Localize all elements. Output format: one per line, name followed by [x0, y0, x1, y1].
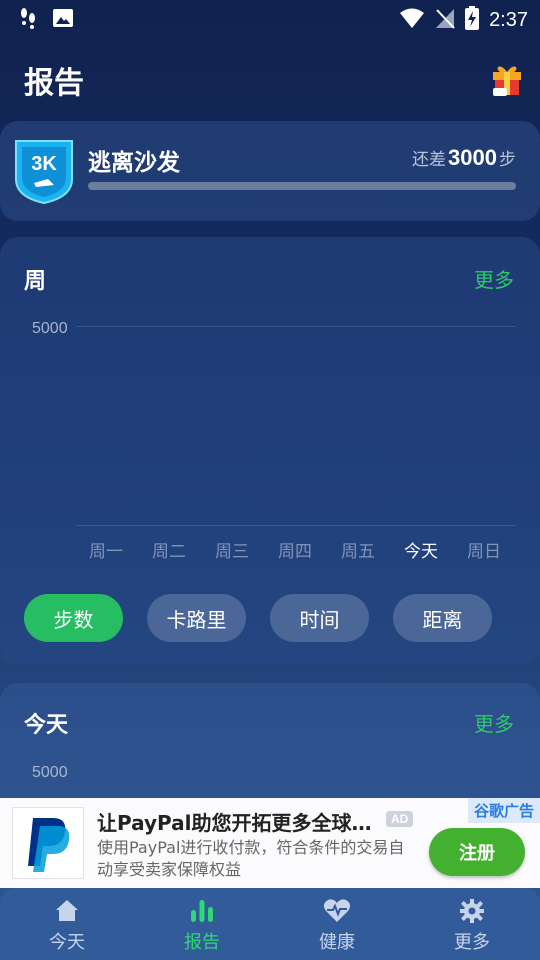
weekly-more-link[interactable]: 更多: [474, 264, 514, 293]
remaining-prefix: 还差: [412, 150, 447, 170]
paypal-logo-icon: [12, 807, 84, 879]
weekly-card: 周 更多 5000 周一 周二 周三 周四 周五 今天 周日 步数 卡路里 时间…: [0, 237, 540, 665]
weekly-title: 周: [24, 269, 47, 294]
goal-card[interactable]: 3K 逃离沙发 还差 3000 步: [0, 121, 540, 221]
day-label: 周二: [152, 542, 186, 562]
gear-icon: [432, 898, 512, 924]
today-card: 今天 更多 5000: [0, 683, 540, 813]
badge-text: 3K: [31, 153, 57, 175]
wifi-icon: [399, 7, 425, 33]
ad-tag: AD: [386, 811, 414, 827]
tab-steps[interactable]: 步数: [24, 594, 123, 642]
ad-description: 使用PayPal进行收付款，符合条件的交易自动享受卖家保障权益: [97, 838, 405, 879]
ad-banner[interactable]: 让PayPal助您开拓更多全球… AD 使用PayPal进行收付款，符合条件的交…: [0, 798, 540, 888]
tab-calories[interactable]: 卡路里: [147, 594, 246, 642]
heart-pulse-icon: [297, 898, 377, 924]
ad-brand-label: 谷歌广告: [467, 798, 540, 823]
today-y-axis-label: 5000: [32, 764, 68, 781]
day-label: 周日: [467, 542, 501, 562]
today-title: 今天: [24, 713, 69, 738]
nav-item-today[interactable]: 今天: [27, 898, 107, 954]
no-signal-icon: [435, 7, 455, 33]
goal-remaining: 还差 3000 步: [412, 145, 516, 171]
gift-icon[interactable]: [490, 60, 524, 96]
ad-register-button[interactable]: 注册: [429, 828, 525, 876]
nav-item-report[interactable]: 报告: [162, 898, 242, 954]
footsteps-icon: [16, 6, 40, 34]
remaining-steps: 3000: [448, 145, 497, 170]
metric-tabs: 步数 卡路里 时间 距离: [24, 594, 492, 642]
goal-name: 逃离沙发: [88, 150, 180, 176]
nav-item-more[interactable]: 更多: [432, 898, 512, 954]
home-icon: [27, 898, 107, 924]
goal-progress-bar: [88, 182, 516, 190]
nav-label: 健康: [319, 932, 355, 953]
weekly-y-axis-label: 5000: [32, 320, 68, 337]
day-label: 周一: [89, 542, 123, 562]
app-header: 报告: [0, 50, 540, 106]
3k-badge-icon: 3K: [14, 139, 74, 205]
day-label: 周三: [215, 542, 249, 562]
battery-charging-icon: [465, 6, 480, 34]
weekly-grid-line: [76, 326, 516, 327]
tab-time[interactable]: 时间: [270, 594, 369, 642]
today-more-link[interactable]: 更多: [474, 708, 514, 737]
image-icon: [52, 7, 74, 33]
nav-label: 更多: [454, 932, 490, 953]
tab-distance[interactable]: 距离: [393, 594, 492, 642]
ad-title: 让PayPal助您开拓更多全球…: [97, 811, 372, 835]
weekly-day-axis: 周一 周二 周三 周四 周五 今天 周日: [76, 537, 516, 562]
bottom-nav: 今天 报告 健康 更多: [0, 888, 540, 960]
clock-time: 2:37: [489, 8, 528, 31]
weekly-baseline: [76, 525, 516, 526]
nav-label: 报告: [184, 932, 220, 953]
status-bar: 2:37: [0, 0, 540, 36]
day-label: 周五: [341, 542, 375, 562]
page-title: 报告: [24, 66, 84, 101]
day-label-today: 今天: [404, 542, 438, 562]
nav-item-health[interactable]: 健康: [297, 898, 377, 954]
bar-chart-icon: [162, 898, 242, 924]
day-label: 周四: [278, 542, 312, 562]
remaining-unit: 步: [499, 150, 516, 170]
nav-label: 今天: [49, 932, 85, 953]
